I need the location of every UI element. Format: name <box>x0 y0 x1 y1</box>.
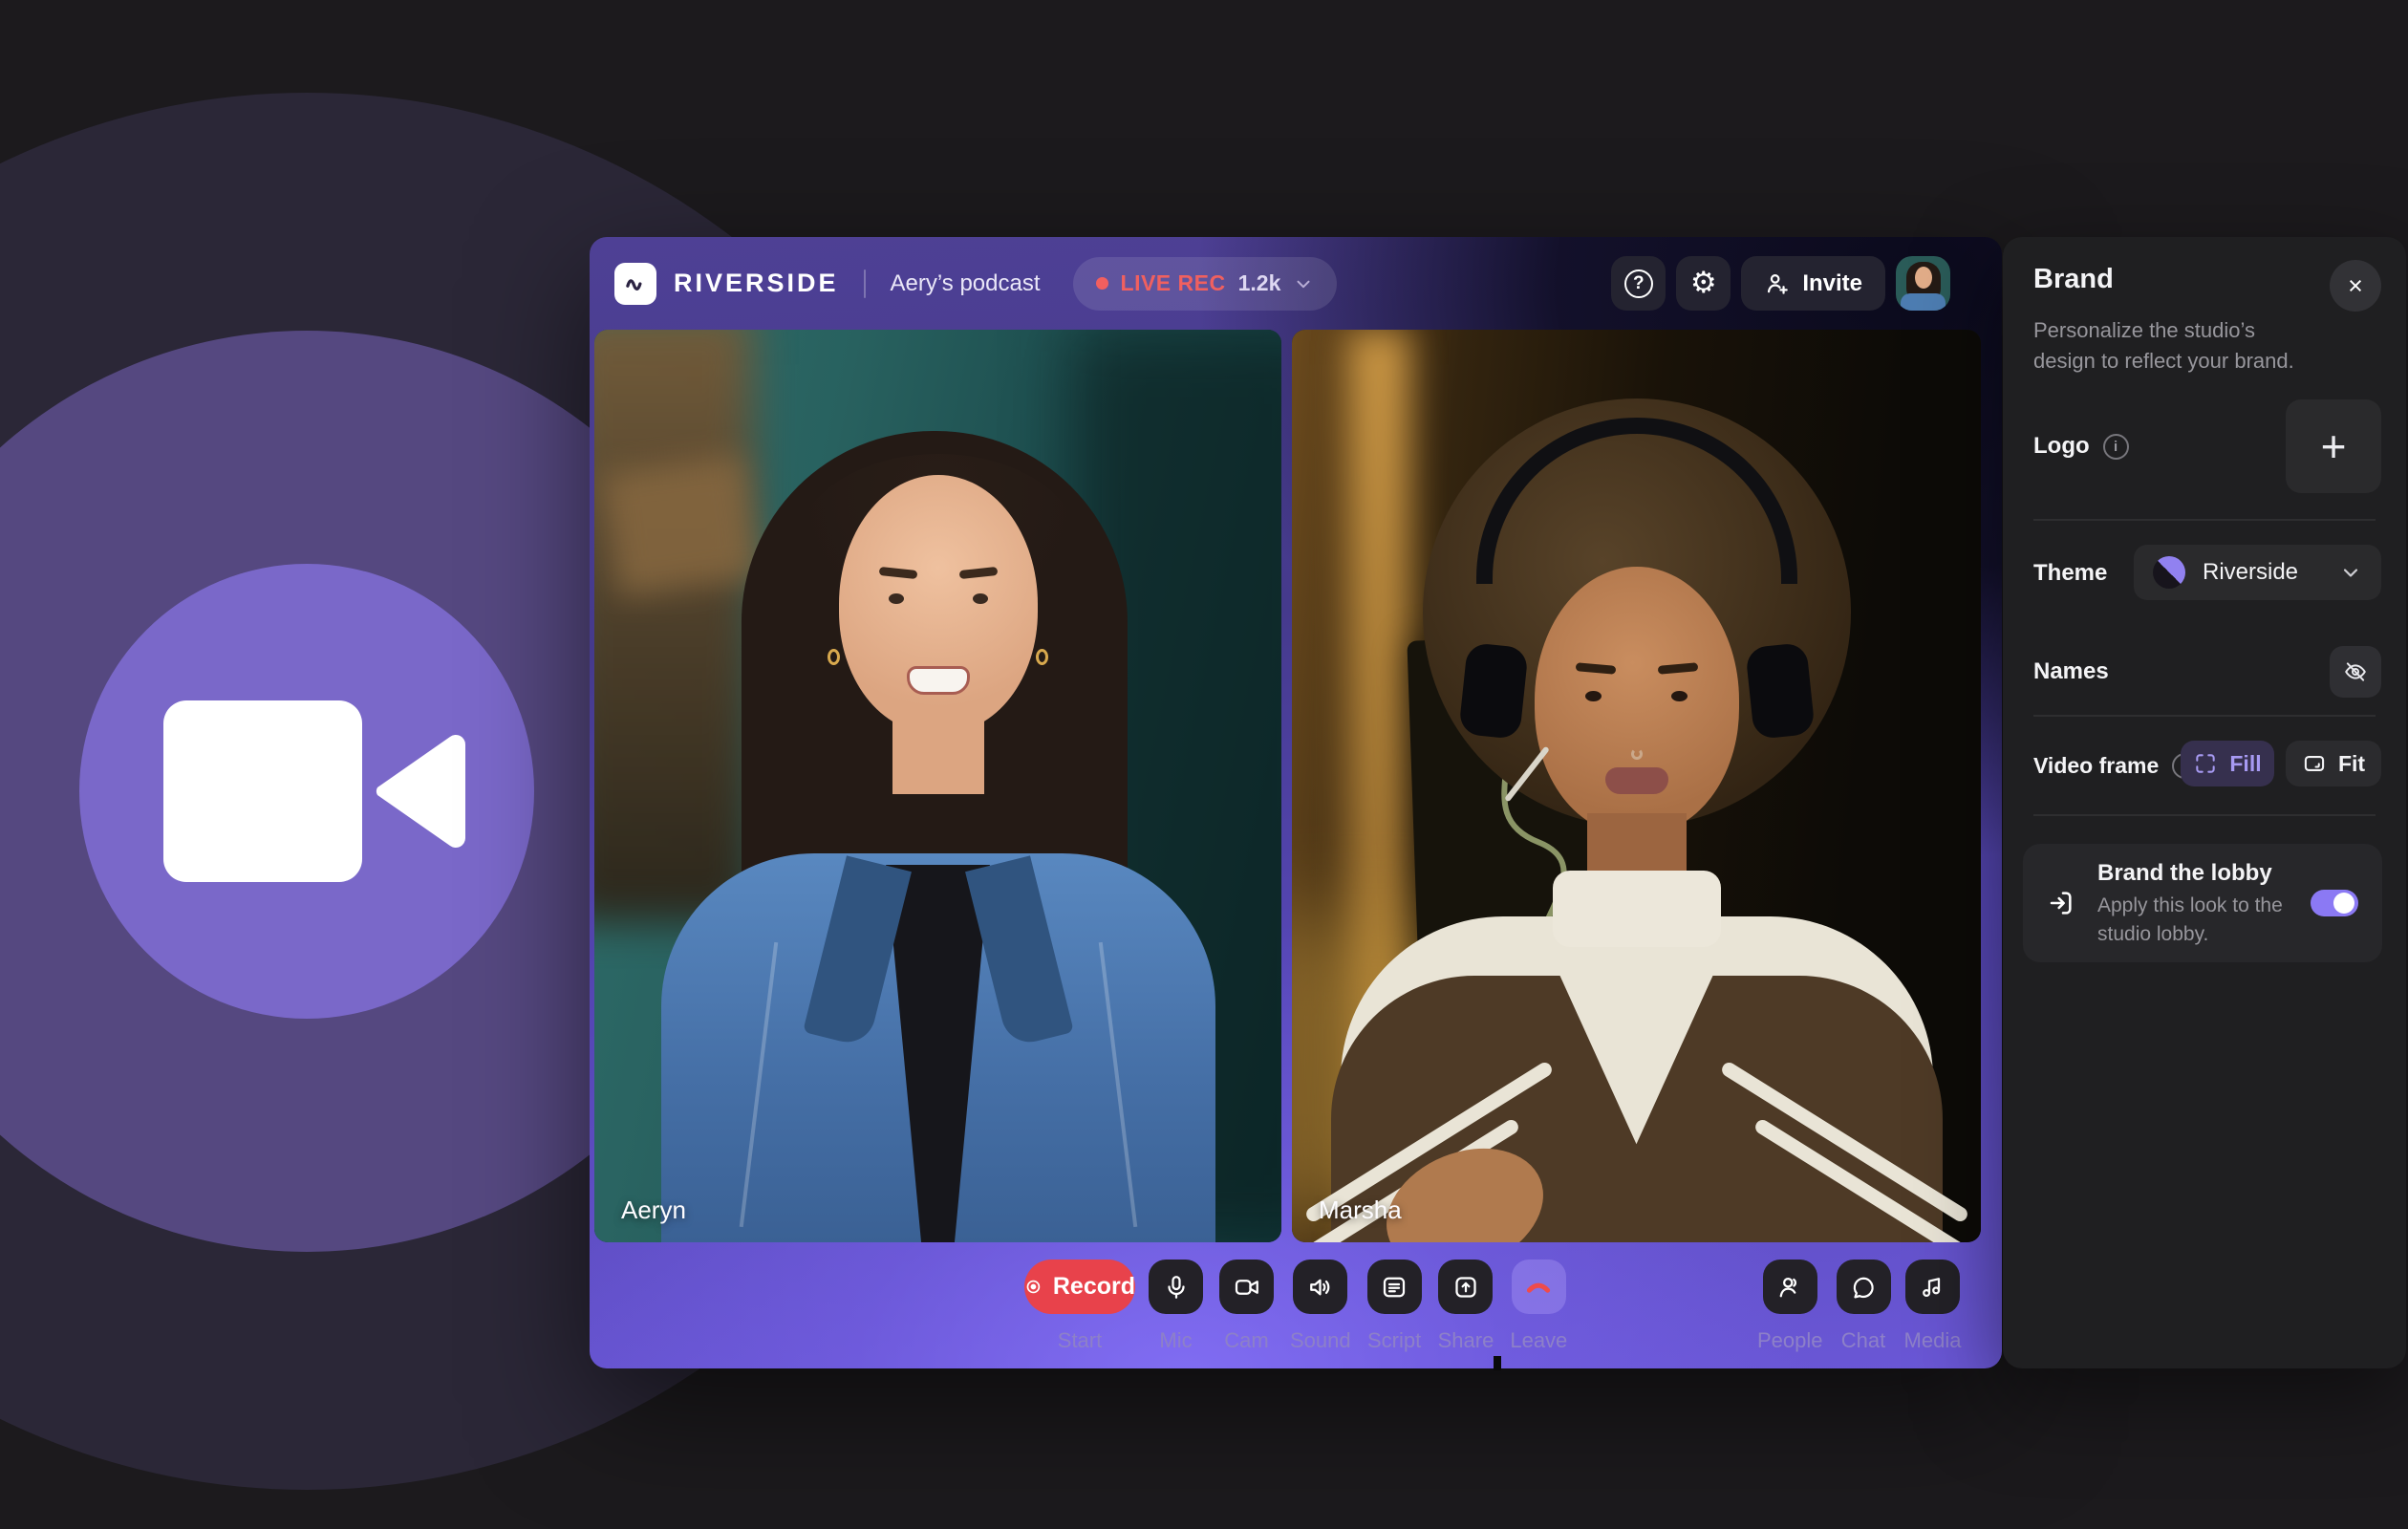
media-button[interactable] <box>1905 1260 1960 1314</box>
name-tag-aeryn: Aeryn <box>621 1195 686 1225</box>
people-button[interactable] <box>1763 1260 1817 1314</box>
toggle-knob <box>2333 893 2354 914</box>
riverside-logo-icon <box>614 263 656 305</box>
toggle-names-visibility-button[interactable] <box>2330 646 2381 698</box>
script-icon <box>1380 1273 1408 1302</box>
panel-title: Brand <box>2033 264 2114 295</box>
divider <box>2033 519 2376 521</box>
brand-lobby-toggle[interactable] <box>2311 890 2358 916</box>
brand-panel: Brand × Personalize the studio’s design … <box>2003 237 2406 1368</box>
frame-fill-icon <box>2193 751 2218 776</box>
share-button[interactable] <box>1438 1260 1493 1314</box>
mic-button[interactable] <box>1149 1260 1203 1314</box>
help-button[interactable]: ? <box>1611 256 1666 311</box>
settings-button[interactable]: ⚙ <box>1676 256 1731 311</box>
script-button[interactable] <box>1367 1260 1422 1314</box>
text-cursor-artifact <box>1494 1356 1501 1370</box>
participant-video-marsha <box>1292 330 1981 1242</box>
theme-row-label: Theme <box>2033 560 2107 587</box>
logo-row-label: Logo i <box>2033 433 2129 460</box>
record-label: Record <box>1053 1273 1135 1301</box>
help-icon: ? <box>1624 269 1653 298</box>
video-frame-row-label: Video frame i <box>2033 753 2198 779</box>
brand-lobby-card: Brand the lobby Apply this look to the s… <box>2023 844 2382 962</box>
lobby-title: Brand the lobby <box>2097 860 2272 887</box>
media-icon <box>1918 1273 1946 1302</box>
gear-icon: ⚙ <box>1690 269 1717 298</box>
headphone-cup <box>1745 642 1816 740</box>
participant-video-aeryn <box>594 330 1281 1242</box>
chevron-down-icon <box>1293 273 1314 294</box>
share-icon <box>1451 1273 1480 1302</box>
toolbar-share: Share <box>1438 1260 1494 1353</box>
name-tag-marsha: Marsha <box>1319 1195 1402 1225</box>
toolbar-chat: Chat <box>1837 1260 1891 1353</box>
background-shelf <box>594 330 753 922</box>
top-bar: RIVERSIDE Aery’s podcast LIVE REC 1.2k ?… <box>590 237 2002 330</box>
frame-fit-icon <box>2302 751 2327 776</box>
video-frame-fit-button[interactable]: Fit <box>2286 741 2381 786</box>
lobby-subtitle: Apply this look to the studio lobby. <box>2097 892 2289 949</box>
theme-value: Riverside <box>2203 559 2298 586</box>
video-frame-fill-button[interactable]: Fill <box>2181 741 2274 786</box>
add-logo-button[interactable]: + <box>2286 399 2381 493</box>
call-controls: Record Start Mic Cam <box>1024 1260 1567 1353</box>
eye-off-icon <box>2342 658 2369 685</box>
panel-subtitle: Personalize the studio’s design to refle… <box>2033 315 2320 377</box>
chat-icon <box>1849 1273 1878 1302</box>
invite-label: Invite <box>1802 270 1862 297</box>
mic-icon <box>1162 1273 1191 1302</box>
toolbar-cam: Cam <box>1219 1260 1274 1353</box>
record-sub-label: Start <box>1058 1328 1102 1353</box>
divider <box>2033 814 2376 816</box>
names-row-label: Names <box>2033 658 2109 685</box>
user-avatar[interactable] <box>1896 256 1950 311</box>
plus-icon: + <box>2321 420 2347 472</box>
record-button[interactable]: Record <box>1024 1260 1135 1314</box>
chat-button[interactable] <box>1837 1260 1891 1314</box>
chevron-down-icon <box>2339 561 2362 584</box>
desktop-background: RIVERSIDE Aery’s podcast LIVE REC 1.2k ?… <box>0 0 2408 1529</box>
live-viewer-count: 1.2k <box>1238 270 1281 296</box>
cam-button[interactable] <box>1219 1260 1274 1314</box>
studio-window: RIVERSIDE Aery’s podcast LIVE REC 1.2k ?… <box>590 237 2002 1368</box>
record-control: Record Start <box>1024 1260 1135 1353</box>
toolbar-script: Script <box>1367 1260 1422 1353</box>
toolbar-mic: Mic <box>1149 1260 1203 1353</box>
live-rec-badge[interactable]: LIVE REC 1.2k <box>1073 257 1338 311</box>
cam-icon <box>1233 1273 1261 1302</box>
headphone-cup <box>1458 642 1529 740</box>
toolbar-sound: Sound <box>1290 1260 1351 1353</box>
toolbar-leave: Leave <box>1510 1260 1567 1353</box>
divider <box>2033 715 2376 717</box>
record-icon <box>1024 1274 1043 1300</box>
people-icon <box>1775 1273 1804 1302</box>
leave-icon <box>1523 1272 1554 1303</box>
live-dot-icon <box>1096 277 1108 290</box>
video-camera-icon <box>137 674 477 909</box>
sound-icon <box>1306 1273 1335 1302</box>
person-plus-icon <box>1764 270 1791 297</box>
topbar-actions: ? ⚙ Invite <box>1611 256 1950 311</box>
toolbar-people: People <box>1757 1260 1823 1353</box>
topbar-divider <box>864 269 866 298</box>
portrait-face <box>1535 567 1739 834</box>
invite-button[interactable]: Invite <box>1741 256 1885 311</box>
close-icon: × <box>2348 271 2363 301</box>
leave-button[interactable] <box>1512 1260 1566 1314</box>
toolbar-media: Media <box>1904 1260 1962 1353</box>
close-panel-button[interactable]: × <box>2330 260 2381 312</box>
live-rec-label: LIVE REC <box>1121 270 1226 296</box>
info-icon: i <box>2103 434 2129 460</box>
enter-lobby-icon <box>2046 888 2076 918</box>
sound-button[interactable] <box>1293 1260 1347 1314</box>
video-tile-aeryn[interactable]: Aeryn <box>594 330 1281 1242</box>
studio-title: Aery’s podcast <box>891 270 1041 297</box>
video-tile-marsha[interactable]: Marsha <box>1292 330 1981 1242</box>
theme-color-icon <box>2153 556 2185 589</box>
panel-controls: People Chat Media <box>1757 1260 1961 1353</box>
theme-select[interactable]: Riverside <box>2134 545 2381 600</box>
brand-wordmark: RIVERSIDE <box>674 269 839 298</box>
